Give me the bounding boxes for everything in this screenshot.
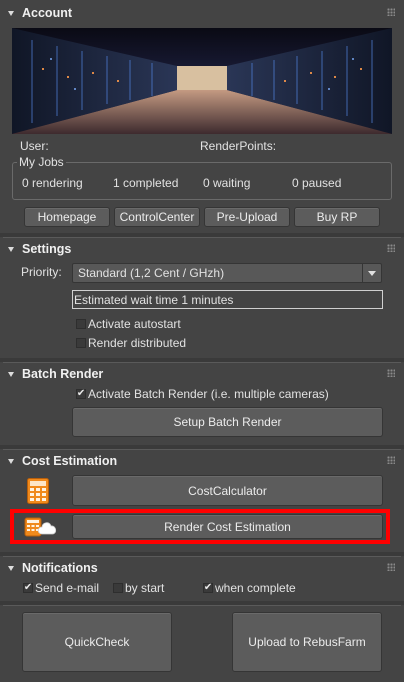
cost-calculator-button[interactable]: CostCalculator: [72, 475, 383, 506]
drag-grip-icon[interactable]: [387, 8, 395, 16]
settings-header[interactable]: Settings: [3, 238, 401, 260]
settings-title: Settings: [22, 242, 72, 256]
buy-rp-button[interactable]: Buy RP: [294, 207, 380, 227]
server-room-image: [12, 28, 392, 134]
drag-grip-icon[interactable]: [387, 456, 395, 464]
account-title: Account: [22, 6, 72, 20]
cost-estimation-header[interactable]: Cost Estimation: [3, 450, 401, 472]
collapse-triangle-icon[interactable]: [8, 11, 14, 16]
collapse-triangle-icon[interactable]: [8, 459, 14, 464]
batch-render-panel: Batch Render ✔ Activate Batch Render (i.…: [3, 362, 401, 446]
notifications-header[interactable]: Notifications: [3, 557, 401, 579]
send-email-checkbox[interactable]: ✔: [23, 583, 33, 593]
jobs-completed: 1 completed: [113, 176, 179, 190]
settings-panel: Settings Priority: Standard (1,2 Cent / …: [3, 237, 401, 359]
account-header[interactable]: Account: [3, 2, 401, 24]
calculator-icon: [27, 478, 49, 504]
notifications-panel: Notifications ✔ Send e-mail by start ✔ w…: [3, 556, 401, 602]
notifications-title: Notifications: [22, 561, 98, 575]
jobs-rendering: 0 rendering: [22, 176, 83, 190]
quickcheck-button[interactable]: QuickCheck: [22, 612, 172, 672]
batch-render-checkbox[interactable]: ✔: [76, 389, 86, 399]
by-start-label: by start: [125, 581, 165, 595]
batch-render-header[interactable]: Batch Render: [3, 363, 401, 385]
upload-to-rebusfarm-button[interactable]: Upload to RebusFarm: [232, 612, 382, 672]
setup-batch-render-button[interactable]: Setup Batch Render: [72, 407, 383, 437]
homepage-button[interactable]: Homepage: [24, 207, 110, 227]
cost-estimation-panel: Cost Estimation CostCalculator Render Co…: [3, 449, 401, 553]
cloud-calculator-icon: [23, 516, 59, 538]
drag-grip-icon[interactable]: [387, 563, 395, 571]
pre-upload-button[interactable]: Pre-Upload: [204, 207, 290, 227]
collapse-triangle-icon[interactable]: [8, 566, 14, 571]
when-complete-checkbox[interactable]: ✔: [203, 583, 213, 593]
footer-panel: QuickCheck Upload to RebusFarm: [3, 605, 401, 682]
renderpoints-label: RenderPoints:: [200, 139, 277, 153]
priority-value: Standard (1,2 Cent / GHzh): [78, 266, 225, 280]
autostart-label: Activate autostart: [88, 317, 181, 331]
dropdown-button[interactable]: [362, 264, 381, 282]
server-room-banner: [12, 28, 392, 134]
chevron-down-icon: [368, 270, 376, 276]
when-complete-label: when complete: [215, 581, 296, 595]
by-start-checkbox[interactable]: [113, 583, 123, 593]
my-jobs-label: My Jobs: [17, 155, 66, 169]
batch-render-label: Activate Batch Render (i.e. multiple cam…: [88, 387, 329, 401]
priority-dropdown[interactable]: Standard (1,2 Cent / GHzh): [72, 263, 382, 283]
autostart-checkbox[interactable]: [76, 319, 86, 329]
estimated-wait-text: Estimated wait time 1 minutes: [74, 293, 234, 307]
render-distributed-checkbox[interactable]: [76, 338, 86, 348]
account-panel: Account User: RenderPoints: My Jobs 0 re…: [3, 2, 401, 234]
controlcenter-button[interactable]: ControlCenter: [114, 207, 200, 227]
drag-grip-icon[interactable]: [387, 244, 395, 252]
render-distributed-label: Render distributed: [88, 336, 187, 350]
estimated-wait-box: Estimated wait time 1 minutes: [72, 290, 383, 309]
batch-render-title: Batch Render: [22, 367, 104, 381]
jobs-paused: 0 paused: [292, 176, 342, 190]
collapse-triangle-icon[interactable]: [8, 372, 14, 377]
drag-grip-icon[interactable]: [387, 369, 395, 377]
render-cost-estimation-button[interactable]: Render Cost Estimation: [72, 514, 383, 539]
send-email-label: Send e-mail: [35, 581, 100, 595]
cost-estimation-title: Cost Estimation: [22, 454, 118, 468]
jobs-waiting: 0 waiting: [203, 176, 251, 190]
priority-label: Priority:: [21, 265, 62, 279]
collapse-triangle-icon[interactable]: [8, 247, 14, 252]
user-label: User:: [20, 139, 49, 153]
